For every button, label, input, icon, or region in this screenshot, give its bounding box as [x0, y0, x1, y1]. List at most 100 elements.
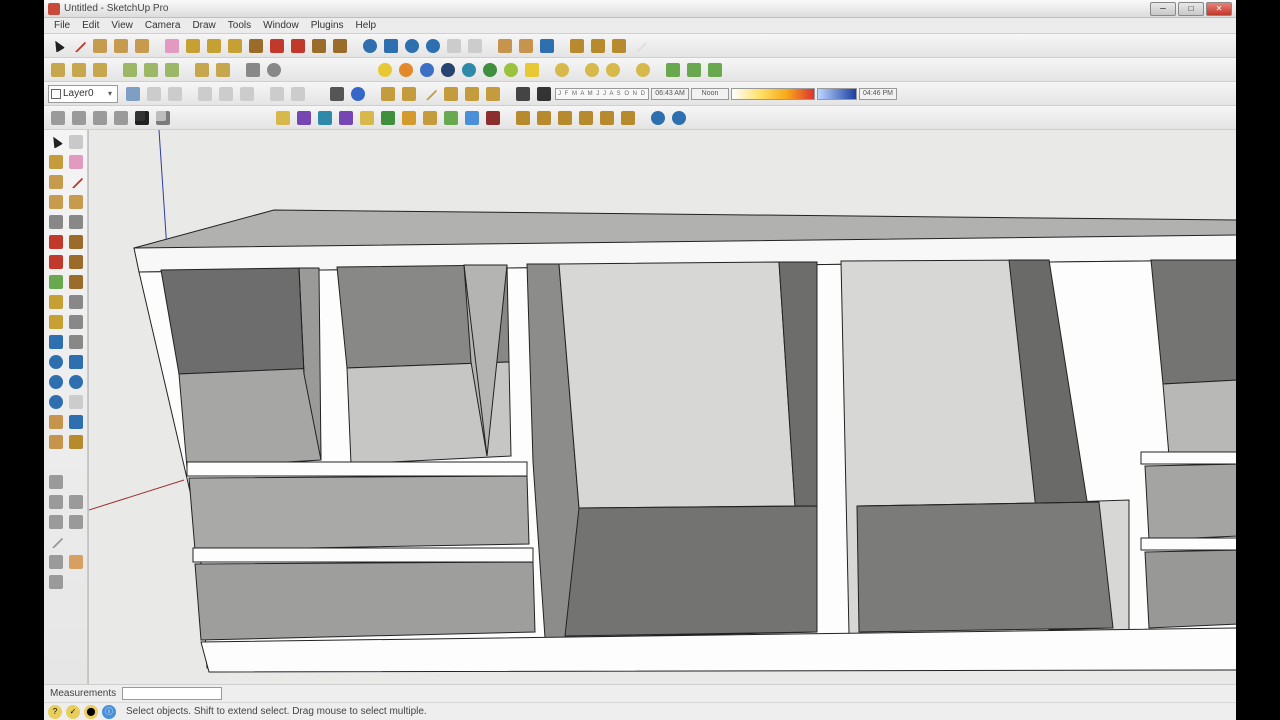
geo-toggle-1[interactable]: ✓ — [66, 705, 80, 719]
layers-icon[interactable] — [609, 36, 629, 56]
sandbox-i-icon[interactable] — [441, 108, 461, 128]
cube-dark-icon[interactable] — [132, 108, 152, 128]
outliner-icon[interactable] — [630, 36, 650, 56]
3dtext-icon[interactable] — [66, 332, 85, 351]
scale-icon[interactable] — [46, 272, 65, 291]
match-icon[interactable] — [66, 512, 85, 531]
style2-icon[interactable] — [534, 84, 554, 104]
help-icon[interactable] — [648, 108, 668, 128]
rotate-icon[interactable] — [288, 36, 308, 56]
protractor2-icon[interactable] — [46, 312, 65, 331]
bottom-icon[interactable] — [267, 84, 287, 104]
rotate2-icon[interactable] — [46, 252, 65, 271]
select-arrow-icon[interactable] — [48, 36, 68, 56]
menu-view[interactable]: View — [105, 20, 139, 31]
comp-d-icon[interactable] — [111, 108, 131, 128]
shadow-months-slider[interactable]: J F M A M J J A S O N D — [555, 88, 649, 100]
share-icon[interactable] — [46, 492, 65, 511]
geo-toggle-0[interactable]: ? — [48, 705, 62, 719]
wireframe-icon[interactable] — [399, 84, 419, 104]
outliner2-icon[interactable] — [46, 532, 65, 551]
line-icon[interactable] — [69, 36, 89, 56]
zoom-extents-icon[interactable] — [423, 36, 443, 56]
menu-tools[interactable]: Tools — [222, 20, 257, 31]
sphere-navy-icon[interactable] — [438, 60, 458, 80]
position-camera-icon[interactable] — [495, 36, 515, 56]
protractor-icon[interactable] — [225, 36, 245, 56]
photo-icon[interactable] — [46, 512, 65, 531]
plugin-b-icon[interactable] — [684, 60, 704, 80]
sandbox-d-icon[interactable] — [336, 108, 356, 128]
sphere-lime-icon[interactable] — [501, 60, 521, 80]
menu-help[interactable]: Help — [350, 20, 383, 31]
poly-icon[interactable] — [46, 212, 65, 231]
offset-icon[interactable] — [330, 36, 350, 56]
dimension-icon[interactable] — [66, 292, 85, 311]
style1-icon[interactable] — [513, 84, 533, 104]
circle2-icon[interactable] — [46, 192, 65, 211]
bulb-icon[interactable] — [522, 60, 542, 80]
menu-camera[interactable]: Camera — [139, 20, 187, 31]
rectangle-icon[interactable] — [90, 36, 110, 56]
redo-icon[interactable] — [213, 60, 233, 80]
zoomext-icon[interactable] — [46, 392, 65, 411]
previous-icon[interactable] — [66, 392, 85, 411]
fog-icon[interactable] — [348, 84, 368, 104]
solid-f-icon[interactable] — [618, 108, 638, 128]
layer-dropdown-icon[interactable]: ▾ — [105, 89, 115, 99]
sandbox-c-icon[interactable] — [315, 108, 335, 128]
look-around-icon[interactable] — [516, 36, 536, 56]
poscam-icon[interactable] — [46, 412, 65, 431]
menu-draw[interactable]: Draw — [186, 20, 221, 31]
component-icon[interactable] — [66, 132, 85, 151]
next-view-icon[interactable] — [465, 36, 485, 56]
cut-icon[interactable] — [120, 60, 140, 80]
viewport[interactable] — [88, 130, 1236, 684]
sphere-blue-icon[interactable] — [417, 60, 437, 80]
solid-e-icon[interactable] — [597, 108, 617, 128]
menu-plugins[interactable]: Plugins — [305, 20, 350, 31]
freehand-icon[interactable] — [66, 212, 85, 231]
sandbox-h-icon[interactable] — [420, 108, 440, 128]
push-pull-icon[interactable] — [246, 36, 266, 56]
shadow-dark-slider[interactable] — [817, 88, 857, 100]
tape-icon[interactable] — [46, 292, 65, 311]
orbit-icon[interactable] — [360, 36, 380, 56]
zoom-icon[interactable] — [402, 36, 422, 56]
menu-window[interactable]: Window — [257, 20, 305, 31]
pan-icon[interactable] — [381, 36, 401, 56]
getmodel-icon[interactable] — [46, 472, 65, 491]
iso-icon[interactable] — [123, 84, 143, 104]
paint-bucket-icon[interactable] — [204, 36, 224, 56]
followme2-icon[interactable] — [66, 252, 85, 271]
xray-icon[interactable] — [378, 84, 398, 104]
dot4-icon[interactable] — [633, 60, 653, 80]
rect2-icon[interactable] — [46, 172, 65, 191]
menu-edit[interactable]: Edit — [76, 20, 105, 31]
cube-light-icon[interactable] — [153, 108, 173, 128]
line2-icon[interactable] — [66, 172, 85, 191]
info-icon[interactable] — [669, 108, 689, 128]
sandbox-b-icon[interactable] — [294, 108, 314, 128]
circle-icon[interactable] — [111, 36, 131, 56]
solid-c-icon[interactable] — [555, 108, 575, 128]
orbit2-icon[interactable] — [46, 352, 65, 371]
maximize-button[interactable]: □ — [1178, 2, 1204, 16]
drape-icon[interactable] — [46, 572, 65, 591]
model-info-icon[interactable] — [264, 60, 284, 80]
eraser-icon[interactable] — [162, 36, 182, 56]
solid-d-icon[interactable] — [576, 108, 596, 128]
sandbox-j-icon[interactable] — [462, 108, 482, 128]
geo-toggle-2[interactable]: ⬤ — [84, 705, 98, 719]
back-icon[interactable] — [165, 84, 185, 104]
solid-a-icon[interactable] — [513, 108, 533, 128]
paste-icon[interactable] — [162, 60, 182, 80]
walk2-icon[interactable] — [66, 412, 85, 431]
shaded-tex-icon[interactable] — [462, 84, 482, 104]
undo-icon[interactable] — [192, 60, 212, 80]
sphere-yellow-icon[interactable] — [375, 60, 395, 80]
top-icon[interactable] — [237, 84, 257, 104]
perspective-icon[interactable] — [288, 84, 308, 104]
comp-a-icon[interactable] — [48, 108, 68, 128]
dot2-icon[interactable] — [582, 60, 602, 80]
